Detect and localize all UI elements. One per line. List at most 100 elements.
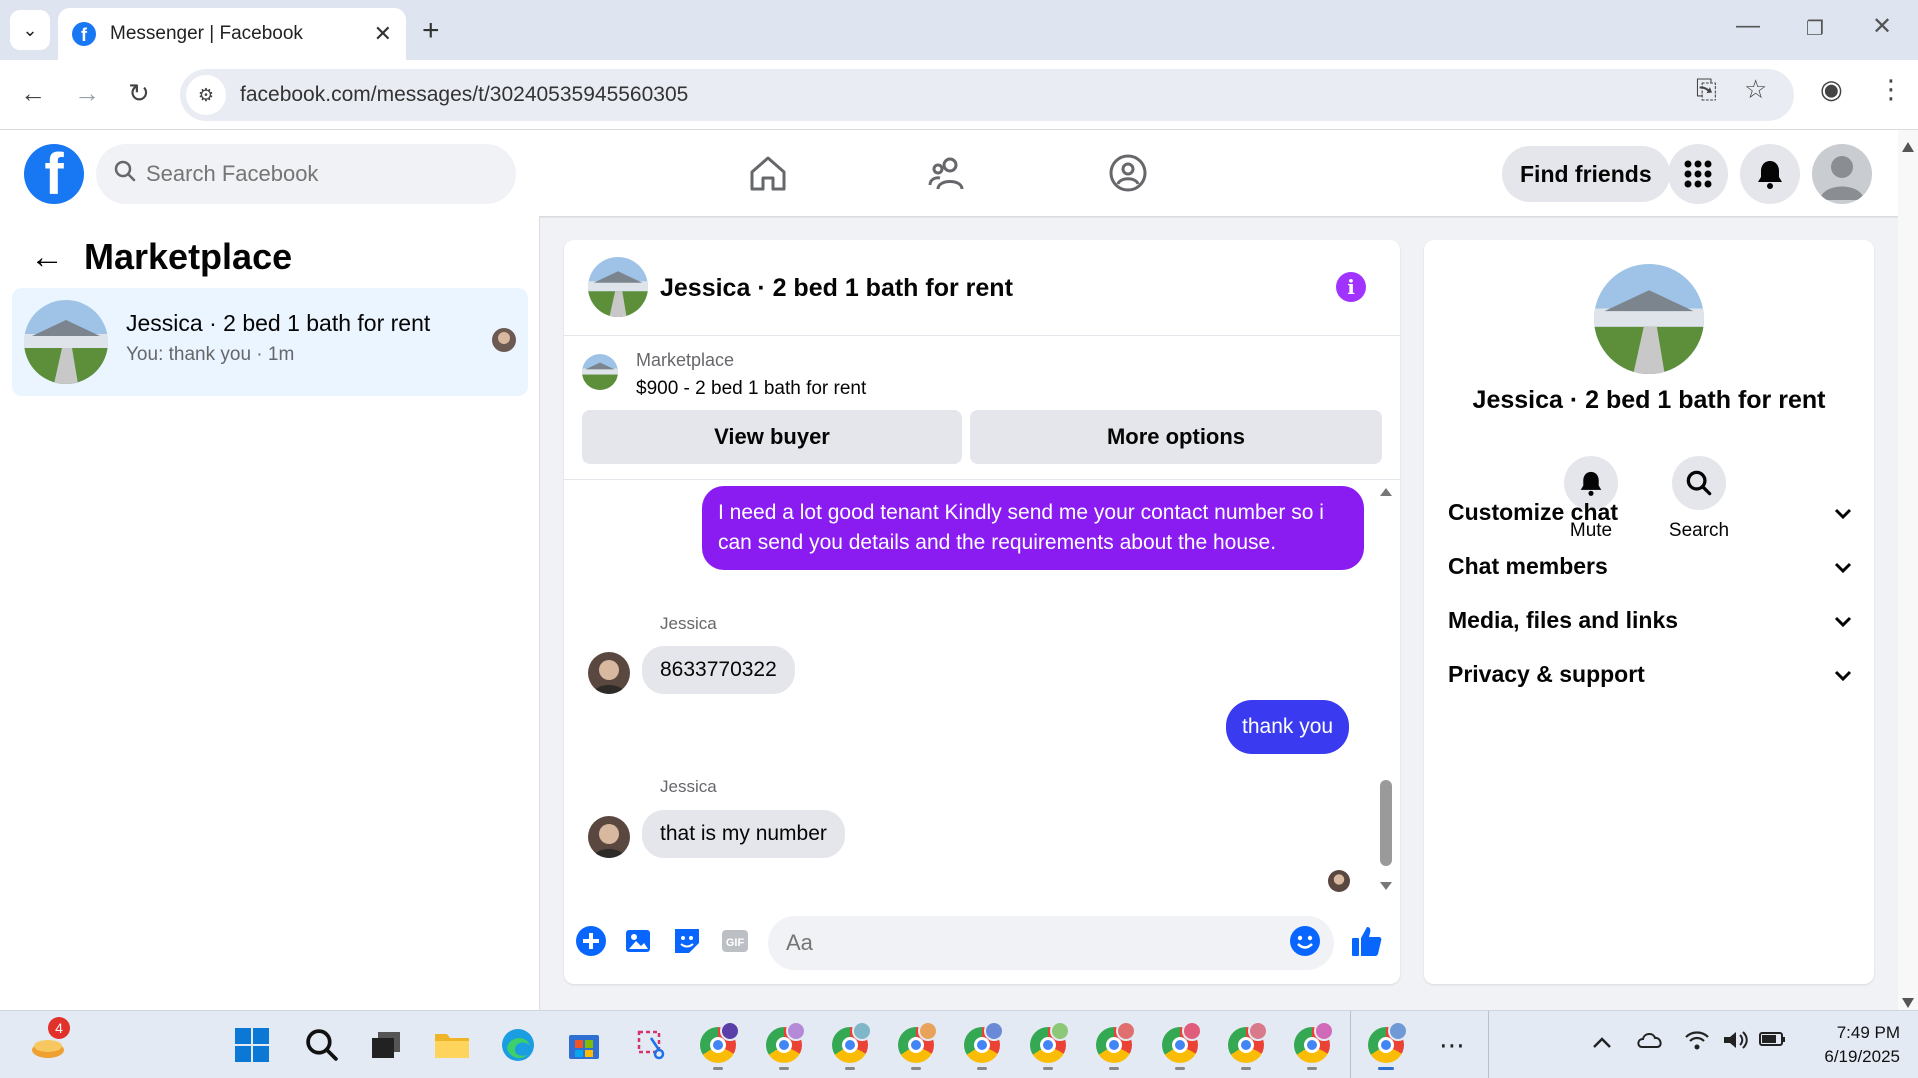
forward-icon[interactable]: →	[74, 78, 100, 109]
section-privacy-support[interactable]: Privacy & support	[1448, 654, 1852, 694]
chrome-profile-icon[interactable]	[962, 1021, 1004, 1065]
facebook-favicon-icon: f	[72, 22, 96, 46]
emoji-icon[interactable]	[1288, 924, 1322, 958]
conversation-item[interactable]: Jessica · 2 bed 1 bath for rent You: tha…	[12, 288, 528, 396]
section-customize-chat[interactable]: Customize chat	[1448, 492, 1852, 532]
details-thumbnail[interactable]	[1594, 264, 1704, 374]
tab-close-icon[interactable]: ✕	[374, 21, 392, 47]
page-scrollbar[interactable]	[1898, 130, 1918, 1010]
more-options-button[interactable]: More options	[970, 410, 1382, 464]
chrome-profile-icon[interactable]	[1366, 1021, 1408, 1065]
windows-start-icon[interactable]	[232, 1025, 272, 1065]
wifi-icon[interactable]	[1684, 1029, 1710, 1057]
address-url: facebook.com/messages/t/3024053594556030…	[240, 83, 689, 106]
address-bar[interactable]: ⚙ facebook.com/messages/t/30240535945560…	[180, 69, 1794, 121]
notifications-bell-icon[interactable]	[1740, 144, 1800, 204]
chrome-profile-icon[interactable]	[1160, 1021, 1202, 1065]
photo-icon[interactable]	[622, 924, 656, 958]
home-icon[interactable]	[738, 150, 798, 196]
task-view-icon[interactable]	[366, 1025, 406, 1065]
chrome-profile-icon[interactable]	[764, 1021, 806, 1065]
message-input[interactable]	[768, 916, 1334, 970]
running-indicator	[845, 1067, 855, 1070]
gif-icon[interactable]: GIF	[718, 924, 752, 958]
section-label: Media, files and links	[1448, 606, 1679, 633]
chat-window: Jessica · 2 bed 1 bath for rent i Market…	[564, 240, 1400, 984]
running-indicator	[713, 1067, 723, 1070]
browser-tab-messenger[interactable]: f Messenger | Facebook ✕	[58, 8, 406, 60]
info-icon[interactable]: i	[1336, 272, 1366, 302]
onedrive-cloud-icon[interactable]	[1636, 1029, 1664, 1055]
browser-tabstrip: ⌄ f Messenger | Facebook ✕ + — ❐ ✕	[0, 0, 1918, 60]
message-incoming[interactable]: that is my number	[642, 810, 845, 858]
site-settings-icon[interactable]: ⚙	[186, 75, 226, 115]
running-indicator	[1109, 1067, 1119, 1070]
section-label: Privacy & support	[1448, 660, 1645, 687]
edge-browser-icon[interactable]	[498, 1025, 538, 1065]
section-chat-members[interactable]: Chat members	[1448, 546, 1852, 586]
conversation-name: Jessica · 2 bed 1 bath for rent	[126, 310, 431, 336]
chrome-profile-icon[interactable]	[1028, 1021, 1070, 1065]
sender-avatar[interactable]	[588, 652, 630, 694]
chat-scrollbar-thumb[interactable]	[1380, 780, 1392, 866]
running-indicator	[1175, 1067, 1185, 1070]
search-input[interactable]	[146, 161, 466, 187]
tab-search-dropdown[interactable]: ⌄	[10, 10, 50, 50]
bookmark-star-icon[interactable]: ☆	[1744, 74, 1767, 105]
chrome-profile-icon[interactable]	[1094, 1021, 1136, 1065]
microsoft-store-icon[interactable]	[564, 1025, 604, 1065]
widgets-icon[interactable]: 4	[28, 1017, 70, 1065]
message-list: I need a lot good tenant Kindly send me …	[564, 480, 1400, 900]
new-tab-icon[interactable]: +	[422, 14, 440, 48]
message-outgoing[interactable]: thank you	[1226, 700, 1350, 754]
install-app-icon[interactable]: ⎘	[1696, 74, 1717, 106]
back-arrow-icon[interactable]: ←	[30, 238, 64, 277]
battery-icon[interactable]	[1758, 1029, 1788, 1055]
running-indicator	[977, 1067, 987, 1070]
chrome-profile-icon[interactable]	[1226, 1021, 1268, 1065]
chrome-profile-icon[interactable]	[896, 1021, 938, 1065]
sender-avatar[interactable]	[588, 816, 630, 858]
file-explorer-icon[interactable]	[432, 1025, 472, 1065]
thumbs-up-icon[interactable]	[1350, 924, 1384, 958]
profile-icon[interactable]: ◉	[1820, 74, 1843, 105]
chat-thumbnail[interactable]	[588, 257, 648, 317]
section-media-files-links[interactable]: Media, files and links	[1448, 600, 1852, 640]
tray-chevron-up-icon[interactable]	[1592, 1029, 1612, 1055]
more-apps-icon[interactable]: ⋯	[1432, 1025, 1472, 1065]
chat-details-panel: Jessica · 2 bed 1 bath for rent Mute Sea…	[1424, 240, 1874, 984]
taskbar-divider	[1350, 1011, 1351, 1078]
message-outgoing[interactable]: I need a lot good tenant Kindly send me …	[702, 486, 1364, 570]
chrome-profile-icon[interactable]	[1292, 1021, 1334, 1065]
snipping-tool-icon[interactable]	[632, 1025, 672, 1065]
plus-circle-icon[interactable]	[574, 924, 608, 958]
friends-icon[interactable]	[918, 150, 978, 196]
back-icon[interactable]: ←	[20, 78, 46, 109]
menu-grid-icon[interactable]	[1668, 144, 1728, 204]
view-buyer-button[interactable]: View buyer	[582, 410, 962, 464]
menu-dots-icon[interactable]: ⋮	[1878, 74, 1904, 105]
reload-icon[interactable]: ↻	[128, 78, 150, 109]
svg-text:GIF: GIF	[726, 937, 745, 949]
facebook-logo-icon[interactable]: f	[24, 144, 84, 204]
tab-title: Messenger | Facebook	[110, 23, 303, 44]
running-indicator	[779, 1067, 789, 1070]
chrome-profile-icon[interactable]	[698, 1021, 740, 1065]
sticker-icon[interactable]	[670, 924, 704, 958]
chrome-profile-icon[interactable]	[830, 1021, 872, 1065]
chat-title[interactable]: Jessica · 2 bed 1 bath for rent	[660, 274, 1013, 303]
message-incoming[interactable]: 8633770322	[642, 646, 795, 694]
listing-price[interactable]: $900 - 2 bed 1 bath for rent	[636, 378, 866, 400]
taskbar-search-icon[interactable]	[302, 1025, 342, 1065]
account-avatar[interactable]	[1812, 144, 1872, 204]
restore-icon[interactable]: ❐	[1806, 16, 1824, 41]
find-friends-button[interactable]: Find friends	[1502, 146, 1670, 202]
minimize-icon[interactable]: —	[1736, 12, 1760, 40]
volume-icon[interactable]	[1722, 1029, 1750, 1057]
listing-small-thumbnail	[582, 354, 618, 390]
listing-label: Marketplace	[636, 350, 735, 370]
facebook-search[interactable]	[96, 144, 516, 204]
groups-icon[interactable]	[1098, 150, 1158, 196]
system-clock[interactable]: 7:49 PM 6/19/2025	[1804, 1021, 1900, 1069]
close-window-icon[interactable]: ✕	[1872, 12, 1892, 41]
